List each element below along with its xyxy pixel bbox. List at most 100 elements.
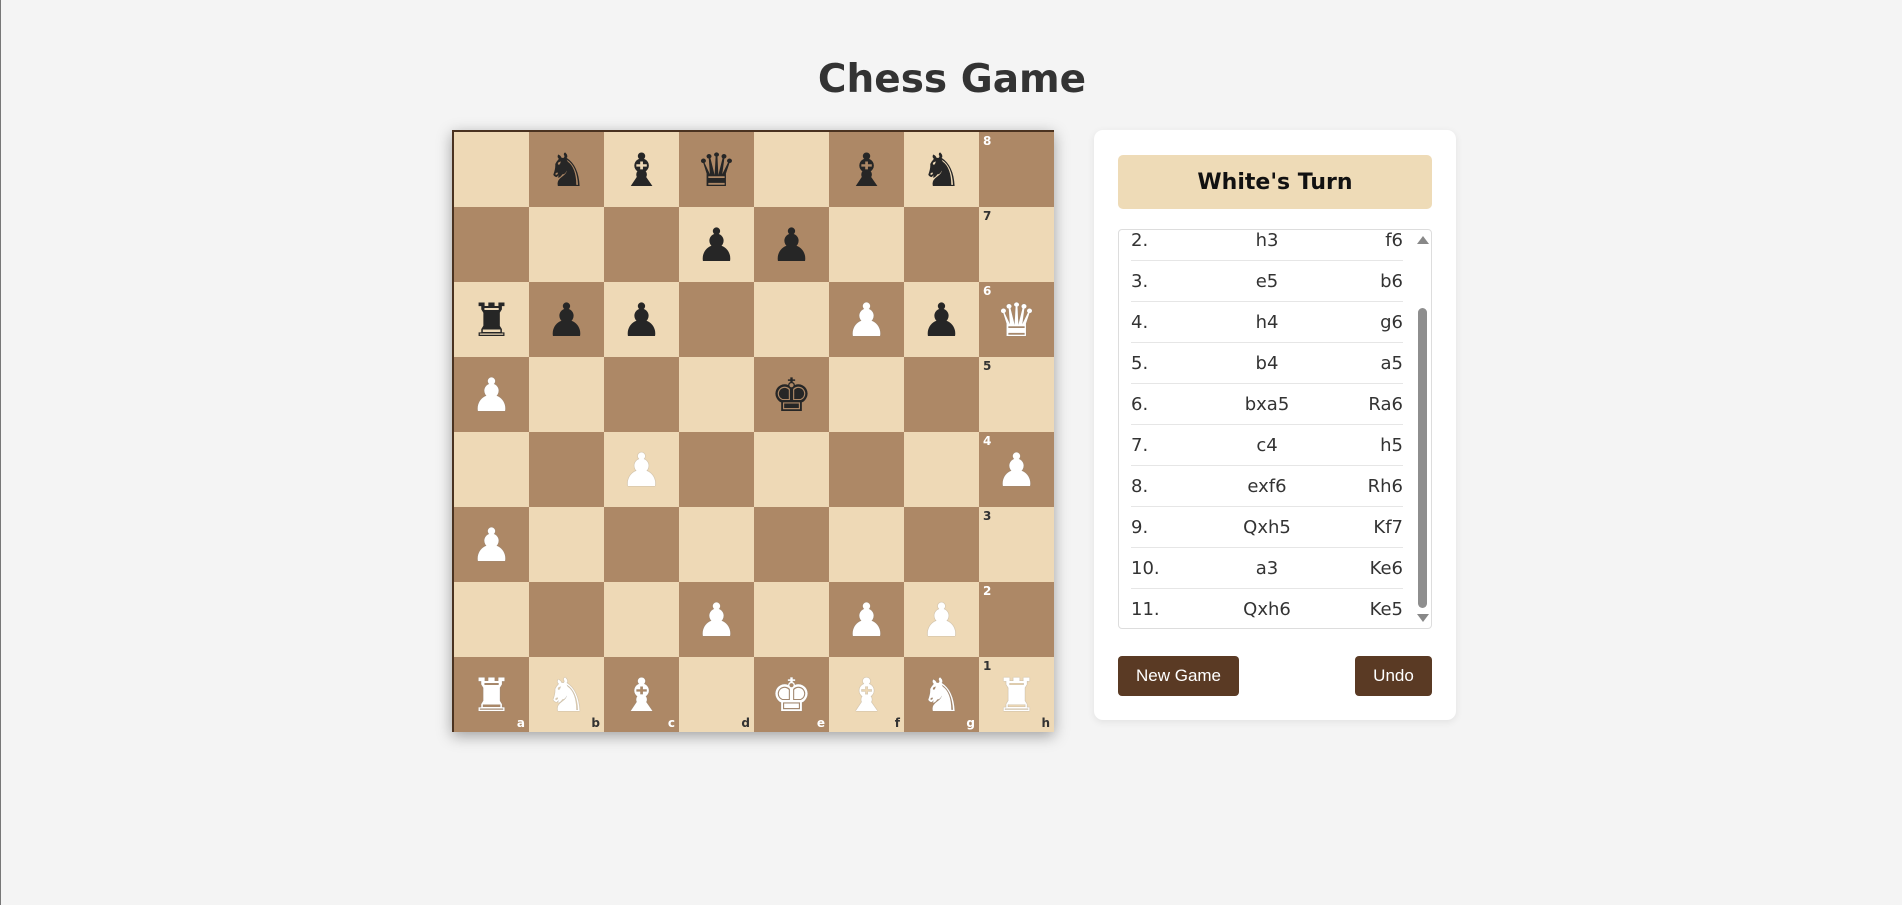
scrollbar[interactable] bbox=[1415, 232, 1429, 626]
square-d1[interactable]: d bbox=[679, 657, 754, 732]
undo-button[interactable]: Undo bbox=[1355, 656, 1432, 696]
square-d7[interactable]: ♟ bbox=[679, 207, 754, 282]
square-d5[interactable] bbox=[679, 357, 754, 432]
square-b1[interactable]: ♞ b bbox=[529, 657, 604, 732]
black-bishop-icon[interactable]: ♝ bbox=[846, 147, 887, 193]
square-f8[interactable]: ♝ bbox=[829, 132, 904, 207]
square-f6[interactable]: ♟ bbox=[829, 282, 904, 357]
square-a4[interactable] bbox=[454, 432, 529, 507]
square-a6[interactable]: ♜ bbox=[454, 282, 529, 357]
black-pawn-icon[interactable]: ♟ bbox=[771, 222, 812, 268]
square-b3[interactable] bbox=[529, 507, 604, 582]
square-a1[interactable]: ♜ a bbox=[454, 657, 529, 732]
square-d3[interactable] bbox=[679, 507, 754, 582]
black-pawn-icon[interactable]: ♟ bbox=[621, 297, 662, 343]
black-pawn-icon[interactable]: ♟ bbox=[546, 297, 587, 343]
square-g7[interactable] bbox=[904, 207, 979, 282]
square-f3[interactable] bbox=[829, 507, 904, 582]
square-a5[interactable]: ♟ bbox=[454, 357, 529, 432]
square-b7[interactable] bbox=[529, 207, 604, 282]
square-h3[interactable]: 3 bbox=[979, 507, 1054, 582]
square-h5[interactable]: 5 bbox=[979, 357, 1054, 432]
white-bishop-icon[interactable]: ♝ bbox=[846, 672, 887, 718]
black-pawn-icon[interactable]: ♟ bbox=[696, 222, 737, 268]
chess-board[interactable]: ♞ ♝ ♛ ♝ ♞ 8 ♟ ♟ 7 ♜ ♟ ♟ ♟ ♟ ♛ 6 ♟ ♚ 5 ♟ ♟ 4 ♟ 3 ♟ ♟ ♟ 2 ♜ a ♞ b ♝ c d ♚ e ♝ f ♞… bbox=[452, 130, 1054, 732]
white-knight-icon[interactable]: ♞ bbox=[546, 672, 587, 718]
square-c8[interactable]: ♝ bbox=[604, 132, 679, 207]
square-h1[interactable]: ♜ 1 h bbox=[979, 657, 1054, 732]
black-knight-icon[interactable]: ♞ bbox=[546, 147, 587, 193]
square-a2[interactable] bbox=[454, 582, 529, 657]
square-b2[interactable] bbox=[529, 582, 604, 657]
white-bishop-icon[interactable]: ♝ bbox=[621, 672, 662, 718]
square-h4[interactable]: ♟ 4 bbox=[979, 432, 1054, 507]
square-f7[interactable] bbox=[829, 207, 904, 282]
white-pawn-icon[interactable]: ♟ bbox=[996, 447, 1037, 493]
square-c2[interactable] bbox=[604, 582, 679, 657]
square-a7[interactable] bbox=[454, 207, 529, 282]
square-a3[interactable]: ♟ bbox=[454, 507, 529, 582]
square-c4[interactable]: ♟ bbox=[604, 432, 679, 507]
white-pawn-icon[interactable]: ♟ bbox=[846, 597, 887, 643]
square-c5[interactable] bbox=[604, 357, 679, 432]
square-e2[interactable] bbox=[754, 582, 829, 657]
white-rook-icon[interactable]: ♜ bbox=[471, 672, 512, 718]
black-pawn-icon[interactable]: ♟ bbox=[921, 297, 962, 343]
square-c7[interactable] bbox=[604, 207, 679, 282]
white-pawn-icon[interactable]: ♟ bbox=[471, 522, 512, 568]
square-d2[interactable]: ♟ bbox=[679, 582, 754, 657]
black-king-icon[interactable]: ♚ bbox=[771, 372, 812, 418]
white-king-icon[interactable]: ♚ bbox=[771, 672, 812, 718]
square-g2[interactable]: ♟ bbox=[904, 582, 979, 657]
square-h2[interactable]: 2 bbox=[979, 582, 1054, 657]
square-g4[interactable] bbox=[904, 432, 979, 507]
scroll-up-arrow-icon[interactable] bbox=[1417, 236, 1429, 244]
square-c1[interactable]: ♝ c bbox=[604, 657, 679, 732]
new-game-button[interactable]: New Game bbox=[1118, 656, 1239, 696]
black-queen-icon[interactable]: ♛ bbox=[696, 147, 737, 193]
square-g6[interactable]: ♟ bbox=[904, 282, 979, 357]
square-c3[interactable] bbox=[604, 507, 679, 582]
square-h7[interactable]: 7 bbox=[979, 207, 1054, 282]
square-f2[interactable]: ♟ bbox=[829, 582, 904, 657]
square-a8[interactable] bbox=[454, 132, 529, 207]
move-history[interactable]: 2. h3 f6 3. e5 b6 4. h4 g6 5. b4 a5 6. bxa5 Ra6 7. c4 h5 8… bbox=[1118, 229, 1432, 629]
white-pawn-icon[interactable]: ♟ bbox=[621, 447, 662, 493]
white-pawn-icon[interactable]: ♟ bbox=[696, 597, 737, 643]
square-e7[interactable]: ♟ bbox=[754, 207, 829, 282]
square-b6[interactable]: ♟ bbox=[529, 282, 604, 357]
white-pawn-icon[interactable]: ♟ bbox=[921, 597, 962, 643]
black-knight-icon[interactable]: ♞ bbox=[921, 147, 962, 193]
square-f5[interactable] bbox=[829, 357, 904, 432]
white-pawn-icon[interactable]: ♟ bbox=[846, 297, 887, 343]
square-g3[interactable] bbox=[904, 507, 979, 582]
square-b8[interactable]: ♞ bbox=[529, 132, 604, 207]
square-d8[interactable]: ♛ bbox=[679, 132, 754, 207]
white-pawn-icon[interactable]: ♟ bbox=[471, 372, 512, 418]
square-c6[interactable]: ♟ bbox=[604, 282, 679, 357]
square-e4[interactable] bbox=[754, 432, 829, 507]
white-rook-icon[interactable]: ♜ bbox=[996, 672, 1037, 718]
square-f1[interactable]: ♝ f bbox=[829, 657, 904, 732]
square-e6[interactable] bbox=[754, 282, 829, 357]
square-f4[interactable] bbox=[829, 432, 904, 507]
square-g5[interactable] bbox=[904, 357, 979, 432]
square-b4[interactable] bbox=[529, 432, 604, 507]
white-queen-icon[interactable]: ♛ bbox=[996, 297, 1037, 343]
square-h8[interactable]: 8 bbox=[979, 132, 1054, 207]
square-e1[interactable]: ♚ e bbox=[754, 657, 829, 732]
black-bishop-icon[interactable]: ♝ bbox=[621, 147, 662, 193]
square-e8[interactable] bbox=[754, 132, 829, 207]
scroll-down-arrow-icon[interactable] bbox=[1417, 614, 1429, 622]
square-g8[interactable]: ♞ bbox=[904, 132, 979, 207]
square-b5[interactable] bbox=[529, 357, 604, 432]
black-rook-icon[interactable]: ♜ bbox=[471, 297, 512, 343]
square-g1[interactable]: ♞ g bbox=[904, 657, 979, 732]
square-e3[interactable] bbox=[754, 507, 829, 582]
square-d6[interactable] bbox=[679, 282, 754, 357]
square-e5[interactable]: ♚ bbox=[754, 357, 829, 432]
square-h6[interactable]: ♛ 6 bbox=[979, 282, 1054, 357]
white-knight-icon[interactable]: ♞ bbox=[921, 672, 962, 718]
scrollbar-thumb[interactable] bbox=[1418, 308, 1427, 608]
square-d4[interactable] bbox=[679, 432, 754, 507]
